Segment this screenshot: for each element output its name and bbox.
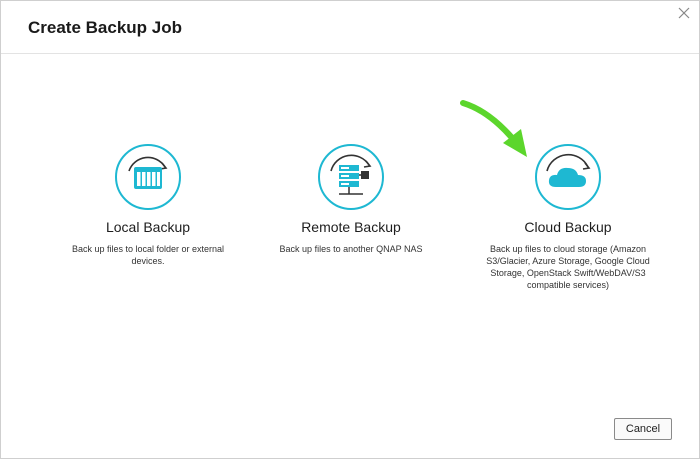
cloud-backup-title: Cloud Backup <box>524 219 612 235</box>
cloud-icon <box>535 144 601 210</box>
close-icon[interactable] <box>677 6 691 20</box>
remote-backup-option[interactable]: Remote Backup Back up files to another Q… <box>251 141 451 255</box>
cancel-button[interactable]: Cancel <box>614 418 672 440</box>
remote-backup-title: Remote Backup <box>301 219 401 235</box>
dialog-header: Create Backup Job <box>1 1 699 54</box>
create-backup-job-dialog: Create Backup Job Local Backup Back up f… <box>0 0 700 459</box>
dialog-title: Create Backup Job <box>28 18 182 37</box>
local-backup-description: Back up files to local folder or externa… <box>71 244 225 266</box>
local-backup-option[interactable]: Local Backup Back up files to local fold… <box>48 141 248 267</box>
local-backup-title: Local Backup <box>105 219 191 235</box>
cloud-backup-description: Back up files to cloud storage (Amazon S… <box>486 244 650 290</box>
server-network-icon <box>318 144 384 210</box>
nas-device-icon <box>115 144 181 210</box>
remote-backup-description: Back up files to another QNAP NAS <box>279 244 423 254</box>
highlight-arrow-icon <box>460 100 527 157</box>
